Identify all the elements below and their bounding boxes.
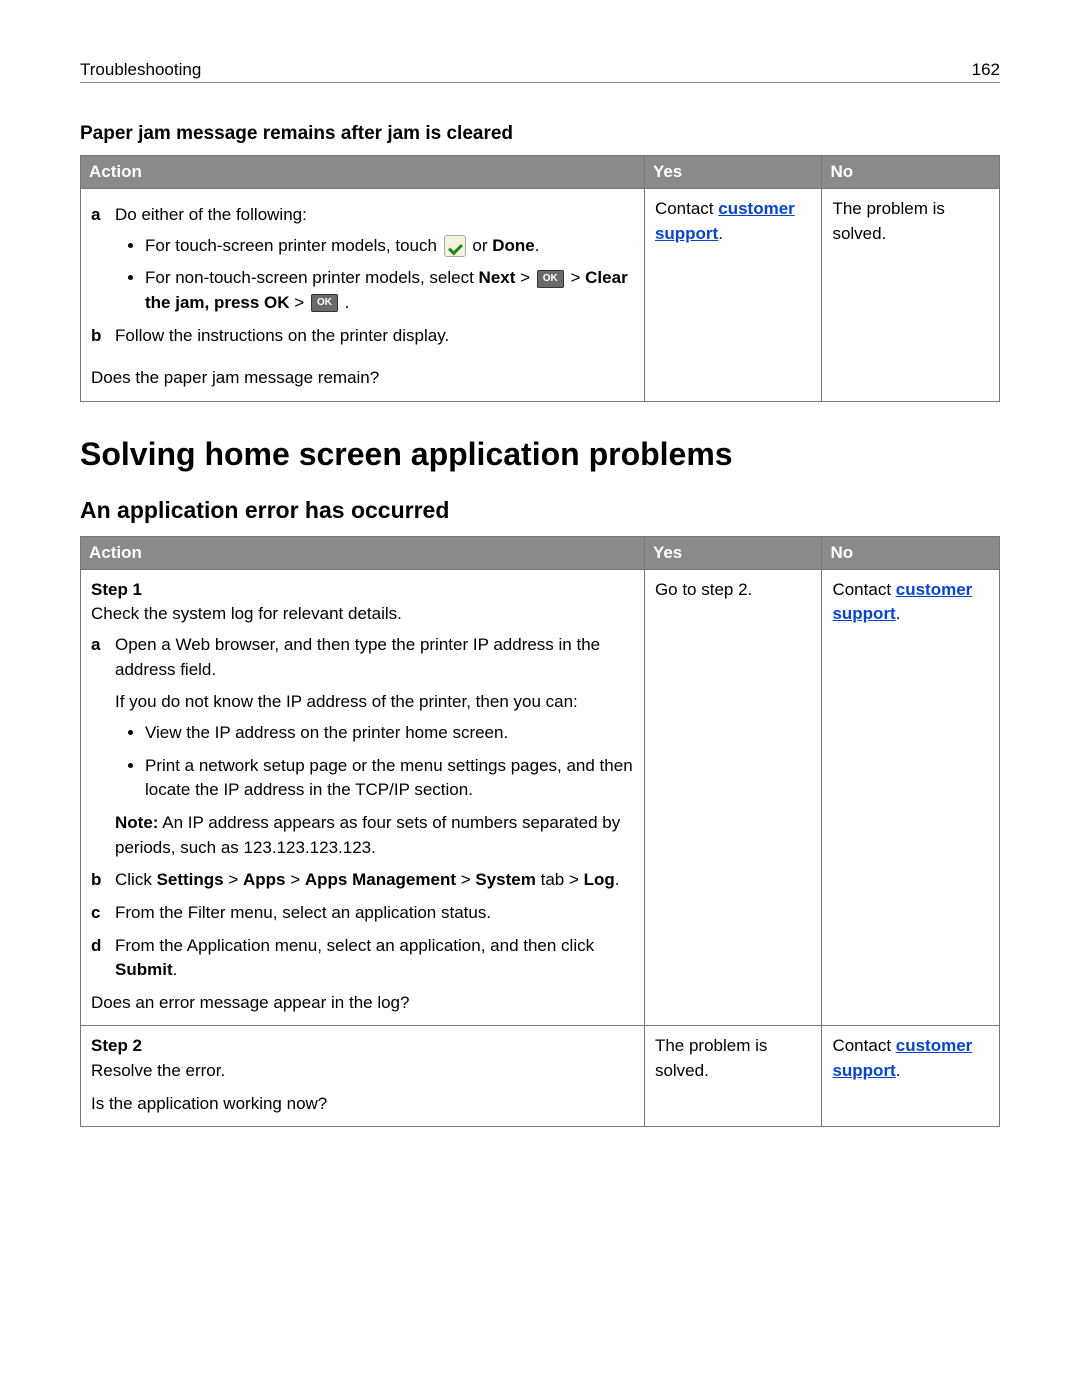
no-cell: Contact customer support. (822, 569, 1000, 1026)
step-text: Resolve the error. (91, 1059, 634, 1084)
col-action: Action (81, 156, 645, 189)
ok-button-icon: OK (537, 270, 564, 288)
yes-cell: The problem is solved. (644, 1026, 822, 1127)
list-item: For non-touch-screen printer models, sel… (145, 266, 634, 315)
page-header: Troubleshooting 162 (80, 60, 1000, 83)
no-cell: The problem is solved. (822, 189, 1000, 402)
col-yes: Yes (644, 156, 822, 189)
col-yes: Yes (644, 536, 822, 569)
step-label: Step 1 (91, 578, 634, 603)
page-number: 162 (972, 60, 1000, 80)
col-action: Action (81, 536, 645, 569)
subsection-heading-app-error: An application error has occurred (80, 497, 1000, 524)
table-row: Step 1 Check the system log for relevant… (81, 569, 1000, 1026)
yes-cell: Contact customer support. (644, 189, 822, 402)
note-text: Note: An IP address appears as four sets… (115, 811, 634, 860)
list-item: Print a network setup page or the menu s… (145, 754, 634, 803)
step-b-text: Follow the instructions on the printer d… (115, 326, 449, 345)
step-c: From the Filter menu, select an applicat… (115, 903, 491, 922)
section-heading-home-screen: Solving home screen application problems (80, 436, 1000, 473)
question-text: Is the application working now? (91, 1092, 634, 1117)
check-icon (444, 235, 466, 257)
subsection-title-paper-jam: Paper jam message remains after jam is c… (80, 123, 1000, 145)
yes-cell: Go to step 2. (644, 569, 822, 1026)
col-no: No (822, 156, 1000, 189)
troubleshoot-table-app-error: Action Yes No Step 1 Check the system lo… (80, 536, 1000, 1128)
step-a-note1: If you do not know the IP address of the… (115, 690, 634, 715)
step-b: Click Settings > Apps > Apps Management … (115, 870, 620, 889)
question-text: Does an error message appear in the log? (91, 991, 634, 1016)
step-intro: Check the system log for relevant detail… (91, 602, 634, 627)
ok-button-icon: OK (311, 294, 338, 312)
col-no: No (822, 536, 1000, 569)
section-name: Troubleshooting (80, 60, 201, 80)
list-item: View the IP address on the printer home … (145, 721, 634, 746)
step-label: Step 2 (91, 1034, 634, 1059)
step-d: From the Application menu, select an app… (115, 936, 594, 980)
troubleshoot-table-paper-jam: Action Yes No a Do either of the followi… (80, 155, 1000, 402)
step-a: Open a Web browser, and then type the pr… (115, 635, 600, 679)
table-row: a Do either of the following: For touch-… (81, 189, 1000, 402)
list-item: For touch-screen printer models, touch o… (145, 234, 634, 259)
no-cell: Contact customer support. (822, 1026, 1000, 1127)
question-text: Does the paper jam message remain? (91, 366, 634, 391)
table-row: Step 2 Resolve the error. Is the applica… (81, 1026, 1000, 1127)
step-a-intro: Do either of the following: (115, 205, 307, 224)
